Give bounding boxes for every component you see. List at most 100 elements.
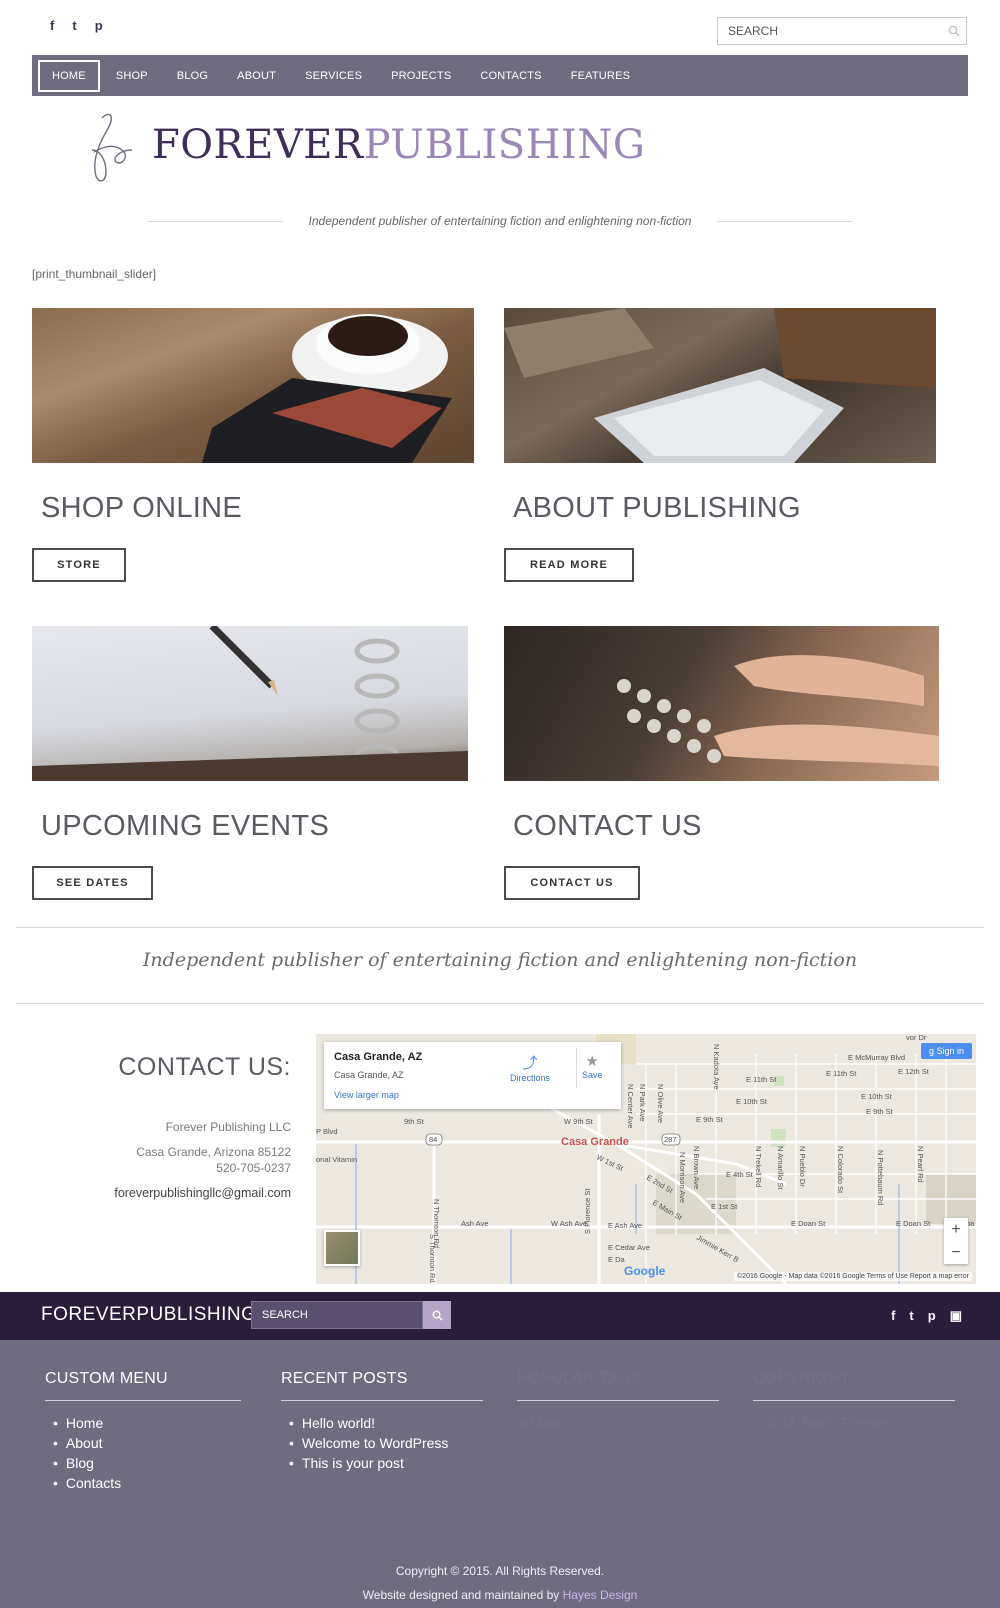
- map-signin-button[interactable]: g Sign in: [920, 1043, 972, 1059]
- hayes-design-link[interactable]: Hayes Design: [563, 1588, 638, 1602]
- map-card-separator: [576, 1048, 577, 1088]
- post-link-hello-world[interactable]: Hello world!: [289, 1415, 483, 1431]
- see-dates-button[interactable]: SEE DATES: [32, 866, 153, 900]
- search-input[interactable]: [718, 18, 942, 44]
- twitter-icon[interactable]: t: [909, 1308, 913, 1324]
- feature-title-events: UPCOMING EVENTS: [41, 810, 330, 842]
- logo-monogram-icon: [91, 113, 133, 182]
- map-label-r287: 287: [664, 1135, 677, 1144]
- read-more-button[interactable]: READ MORE: [504, 548, 634, 582]
- map-label-e10th-2: E 10th St: [861, 1092, 893, 1101]
- shortcode-text: [print_thumbnail_slider]: [32, 267, 157, 281]
- tagline-text: Independent publisher of entertaining fi…: [308, 214, 692, 228]
- contact-phone: 520-705-0237: [216, 1161, 291, 1175]
- feature-events: UPCOMING EVENTS SEE DATES: [32, 623, 468, 901]
- zoom-in-button[interactable]: +: [944, 1218, 968, 1241]
- map-label-eda: E Da: [608, 1255, 626, 1264]
- instagram-icon[interactable]: ▣: [950, 1308, 962, 1324]
- widget-popular-tags: POPULAR TAGS Art Line: [517, 1370, 719, 1430]
- pinterest-icon[interactable]: p: [928, 1308, 936, 1324]
- feature-title-contact: CONTACT US: [513, 810, 702, 842]
- feature-title-shop: SHOP ONLINE: [41, 492, 242, 524]
- nav-item-services[interactable]: SERVICES: [292, 62, 375, 90]
- google-logo: Google: [624, 1264, 666, 1278]
- widget-custom-menu: CUSTOM MENU Home About Blog Contacts: [45, 1370, 241, 1495]
- satellite-view-toggle[interactable]: [324, 1230, 360, 1266]
- site-logo[interactable]: FOREVERPUBLISHING: [86, 110, 645, 186]
- footer-link-contacts[interactable]: Contacts: [53, 1475, 241, 1491]
- popular-tags-text[interactable]: Art Line: [517, 1415, 719, 1430]
- map-label-sflorence: S Florence St: [583, 1188, 592, 1234]
- map-label-9th: 9th St: [404, 1117, 425, 1126]
- widget-title-copyright: COPYRIGHT: [753, 1370, 955, 1401]
- nav-item-contacts[interactable]: CONTACTS: [467, 62, 554, 90]
- map-label-sthornton: S Thornton Rd: [428, 1234, 437, 1283]
- footer-brand[interactable]: FOREVERPUBLISHING: [41, 1304, 256, 1326]
- directions-icon: ⤴: [522, 1055, 538, 1072]
- nav-item-about[interactable]: ABOUT: [224, 62, 289, 90]
- map-label-mcmurray: E McMurray Blvd: [848, 1053, 905, 1062]
- store-button[interactable]: STORE: [32, 548, 126, 582]
- map-label-e1st: E 1st St: [711, 1202, 738, 1211]
- twitter-icon[interactable]: t: [72, 18, 76, 33]
- map-label-cedar: E Cedar Ave: [608, 1243, 650, 1252]
- view-larger-map-link[interactable]: View larger map: [334, 1090, 399, 1100]
- directions-button[interactable]: ⤴ Directions: [510, 1052, 550, 1083]
- header-social: f t p: [50, 18, 103, 33]
- post-link-welcome[interactable]: Welcome to WordPress: [289, 1435, 483, 1451]
- map-label-pearl: N Pearl Rd: [916, 1146, 925, 1183]
- contact-us-button[interactable]: CONTACT US: [504, 866, 640, 900]
- map-place-address: Casa Grande, AZ: [334, 1070, 404, 1080]
- signin-label: Sign in: [936, 1046, 964, 1056]
- search-icon[interactable]: [942, 25, 966, 37]
- footer-link-blog[interactable]: Blog: [53, 1455, 241, 1471]
- contact-city: Casa Grande, Arizona 85122: [136, 1145, 291, 1159]
- footer-link-home[interactable]: Home: [53, 1415, 241, 1431]
- post-link-your-post[interactable]: This is your post: [289, 1455, 483, 1471]
- nav-item-features[interactable]: FEATURES: [558, 62, 643, 90]
- nav-item-home[interactable]: HOME: [38, 59, 100, 92]
- nav-item-blog[interactable]: BLOG: [164, 62, 221, 90]
- map-city-label: Casa Grande: [561, 1136, 629, 1148]
- map-attribution[interactable]: ©2016 Google - Map data ©2016 Google Ter…: [734, 1272, 972, 1281]
- coffee-cup-image: [32, 308, 474, 463]
- save-button[interactable]: ★ Save: [582, 1052, 603, 1080]
- map-zoom-controls: + −: [944, 1218, 968, 1264]
- credit-line: Website designed and maintained by Hayes…: [0, 1588, 1000, 1602]
- route-84-shield: 84: [425, 1133, 443, 1146]
- nav-item-projects[interactable]: PROJECTS: [378, 62, 464, 90]
- custom-menu-list: Home About Blog Contacts: [45, 1415, 241, 1491]
- map-label-center: N Center Ave: [626, 1084, 635, 1128]
- footer-link-about[interactable]: About: [53, 1435, 241, 1451]
- main-nav: HOME SHOP BLOG ABOUT SERVICES PROJECTS C…: [32, 55, 968, 96]
- copyright-line: Copyright © 2015. All Rights Reserved.: [395, 1564, 605, 1578]
- tagline: Independent publisher of entertaining fi…: [148, 214, 853, 228]
- google-map[interactable]: W 9th St 9th St E 9th St E 10th St E 11t…: [316, 1034, 976, 1284]
- contact-email[interactable]: foreverpublishingllc@gmail.com: [114, 1186, 291, 1200]
- zoom-out-button[interactable]: −: [944, 1241, 968, 1264]
- contact-company: Forever Publishing LLC: [165, 1120, 291, 1134]
- divider-bottom: [16, 1003, 984, 1004]
- map-label-amarillo: N Amarillo St: [776, 1146, 785, 1190]
- footer-band: FOREVERPUBLISHING f t p ▣: [0, 1292, 1000, 1340]
- feature-contact: CONTACT US CONTACT US: [504, 626, 939, 901]
- footer-search-button[interactable]: [423, 1301, 451, 1329]
- map-label-e11th-b: E 11th St: [826, 1069, 857, 1078]
- map-label-brown: N Brown Ave: [692, 1146, 701, 1189]
- facebook-icon[interactable]: f: [50, 18, 54, 33]
- header-search: [717, 17, 967, 45]
- pinterest-icon[interactable]: p: [95, 18, 103, 33]
- big-tagline: Independent publisher of entertaining fi…: [142, 949, 858, 971]
- widget-copyright-text: © 2014, Bellini Themes: [753, 1415, 888, 1430]
- map-label-olive: N Olive Ave: [656, 1084, 665, 1123]
- footer-search-input[interactable]: [251, 1301, 423, 1329]
- feature-about: ABOUT PUBLISHING READ MORE: [504, 308, 936, 583]
- nav-item-shop[interactable]: SHOP: [103, 62, 161, 90]
- logo-text-forever: FOREVER: [152, 122, 364, 168]
- map-label-pottebaum: N Pottebaum Rd: [876, 1150, 885, 1205]
- map-label-r84: 84: [429, 1135, 437, 1144]
- facebook-icon[interactable]: f: [891, 1308, 895, 1324]
- map-label-vitamin: onal Vitamin: [316, 1155, 357, 1164]
- tagline-rule-left: [148, 220, 283, 222]
- map-label-e12th: E 12th St: [898, 1067, 930, 1076]
